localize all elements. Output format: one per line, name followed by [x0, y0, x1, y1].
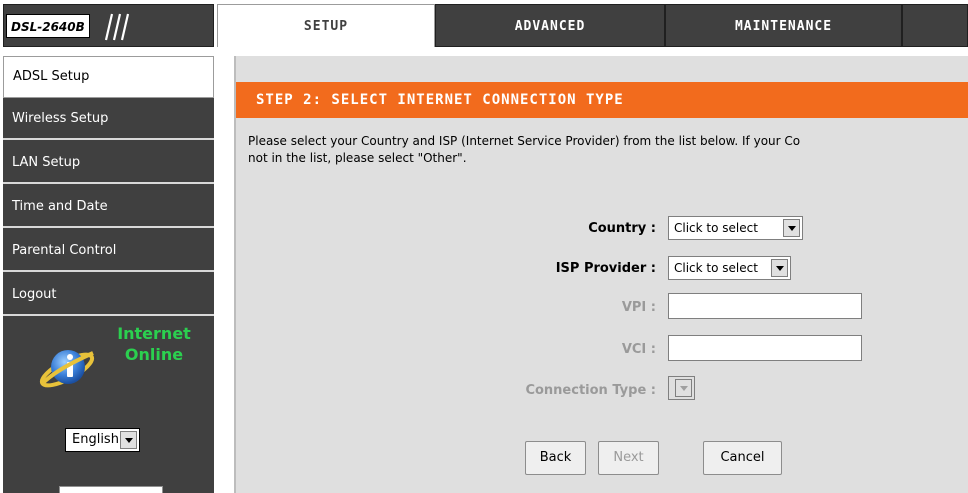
section-title: STEP 2: SELECT INTERNET CONNECTION TYPE [236, 82, 968, 118]
tab-status[interactable] [902, 4, 968, 47]
back-button[interactable]: Back [525, 441, 586, 475]
vpi-label: VPI : [621, 300, 656, 315]
description: Please select your Country and ISP (Inte… [248, 133, 968, 167]
isp-provider-select[interactable]: Click to select [668, 256, 791, 280]
sidebar: ADSL Setup Wireless Setup LAN Setup Time… [3, 56, 214, 493]
internet-status: Internet Online [99, 323, 209, 365]
content-divider [234, 56, 236, 493]
connection-type-select[interactable] [668, 376, 695, 400]
isp-provider-label: ISP Provider : [555, 261, 656, 276]
sidebar-bottom-button[interactable] [59, 486, 163, 493]
sidebar-item-adsl-setup[interactable]: ADSL Setup [3, 56, 214, 98]
sidebar-item-logout[interactable]: Logout [3, 274, 214, 316]
vci-input[interactable] [668, 335, 862, 361]
connection-type-label: Connection Type : [525, 383, 656, 398]
chevron-down-icon [771, 259, 788, 277]
sidebar-item-wireless-setup[interactable]: Wireless Setup [3, 98, 214, 140]
description-line-2: not in the list, please select "Other". [248, 151, 467, 165]
vpi-input[interactable] [668, 293, 862, 319]
sidebar-item-lan-setup[interactable]: LAN Setup [3, 142, 214, 184]
isp-provider-value: Click to select [674, 261, 758, 275]
sidebar-item-parental-control[interactable]: Parental Control [3, 230, 214, 272]
info-icon [39, 350, 95, 388]
model-name: DSL-2640B [6, 14, 90, 38]
tab-setup[interactable]: SETUP [217, 4, 435, 47]
status-line-2: Online [124, 345, 184, 364]
chevron-down-icon [783, 219, 800, 237]
status-line-1: Internet [117, 324, 191, 343]
country-value: Click to select [674, 221, 758, 235]
main-content: STEP 2: SELECT INTERNET CONNECTION TYPE … [234, 56, 968, 493]
sidebar-item-time-and-date[interactable]: Time and Date [3, 186, 214, 228]
country-label: Country : [588, 221, 656, 236]
tab-advanced[interactable]: ADVANCED [435, 4, 665, 47]
next-button[interactable]: Next [598, 441, 659, 475]
cancel-button[interactable]: Cancel [703, 441, 782, 475]
product-logo: DSL-2640B [3, 4, 214, 47]
country-select[interactable]: Click to select [668, 216, 803, 240]
language-value: English [72, 432, 119, 447]
vci-label: VCI : [621, 342, 656, 357]
tab-maintenance[interactable]: MAINTENANCE [665, 4, 902, 47]
description-line-1: Please select your Country and ISP (Inte… [248, 134, 801, 148]
chevron-down-icon [120, 431, 137, 449]
chevron-down-icon [675, 379, 692, 397]
top-bar: DSL-2640B SETUP ADVANCED MAINTENANCE [0, 0, 968, 52]
logo-slashes-icon [104, 13, 130, 41]
language-select[interactable]: English [65, 428, 140, 452]
